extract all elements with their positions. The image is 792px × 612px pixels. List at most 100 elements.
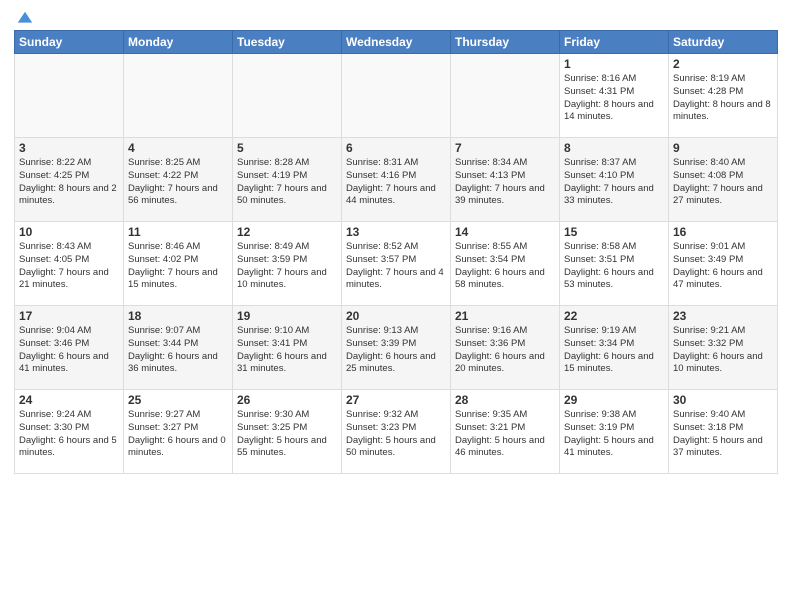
calendar-cell: 2 Sunrise: 8:19 AM Sunset: 4:28 PM Daylig… xyxy=(669,54,778,138)
day-info: Sunrise: 9:38 AM Sunset: 3:19 PM Dayligh… xyxy=(564,409,664,460)
day-number: 24 xyxy=(19,393,119,407)
col-header-friday: Friday xyxy=(560,31,669,54)
day-number: 3 xyxy=(19,141,119,155)
calendar-week-3: 10Sunrise: 8:43 AM Sunset: 4:05 PM Dayli… xyxy=(15,222,778,306)
day-info: Sunrise: 9:07 AM Sunset: 3:44 PM Dayligh… xyxy=(128,325,228,376)
calendar-cell: 6 Sunrise: 8:31 AM Sunset: 4:16 PM Daylig… xyxy=(342,138,451,222)
header xyxy=(14,10,778,24)
day-number: 1 xyxy=(564,57,664,71)
page: SundayMondayTuesdayWednesdayThursdayFrid… xyxy=(0,0,792,484)
day-number: 2 xyxy=(673,57,773,71)
calendar-cell: 19 Sunrise: 9:10 AM Sunset: 3:41 PM Dayli… xyxy=(233,306,342,390)
day-number: 8 xyxy=(564,141,664,155)
day-info: Sunrise: 8:25 AM Sunset: 4:22 PM Dayligh… xyxy=(128,157,228,208)
calendar-header-row: SundayMondayTuesdayWednesdayThursdayFrid… xyxy=(15,31,778,54)
calendar-cell: 27 Sunrise: 9:32 AM Sunset: 3:23 PM Dayli… xyxy=(342,390,451,474)
day-number: 26 xyxy=(237,393,337,407)
calendar-cell: 28 Sunrise: 9:35 AM Sunset: 3:21 PM Dayli… xyxy=(451,390,560,474)
logo-icon xyxy=(16,10,34,28)
day-number: 12 xyxy=(237,225,337,239)
day-info: Sunrise: 9:04 AM Sunset: 3:46 PM Dayligh… xyxy=(19,325,119,376)
day-info: Sunrise: 9:21 AM Sunset: 3:32 PM Dayligh… xyxy=(673,325,773,376)
col-header-tuesday: Tuesday xyxy=(233,31,342,54)
calendar-cell: 17 Sunrise: 9:04 AM Sunset: 3:46 PM Dayli… xyxy=(15,306,124,390)
day-info: Sunrise: 9:24 AM Sunset: 3:30 PM Dayligh… xyxy=(19,409,119,460)
day-number: 19 xyxy=(237,309,337,323)
col-header-thursday: Thursday xyxy=(451,31,560,54)
day-info: Sunrise: 9:16 AM Sunset: 3:36 PM Dayligh… xyxy=(455,325,555,376)
calendar-cell: 22 Sunrise: 9:19 AM Sunset: 3:34 PM Dayli… xyxy=(560,306,669,390)
day-info: Sunrise: 9:27 AM Sunset: 3:27 PM Dayligh… xyxy=(128,409,228,460)
day-number: 9 xyxy=(673,141,773,155)
day-info: Sunrise: 8:49 AM Sunset: 3:59 PM Dayligh… xyxy=(237,241,337,292)
calendar-cell xyxy=(451,54,560,138)
calendar-cell: 12 Sunrise: 8:49 AM Sunset: 3:59 PM Dayli… xyxy=(233,222,342,306)
calendar-cell: 8 Sunrise: 8:37 AM Sunset: 4:10 PM Daylig… xyxy=(560,138,669,222)
calendar-cell: 5Sunrise: 8:28 AM Sunset: 4:19 PM Daylig… xyxy=(233,138,342,222)
day-number: 30 xyxy=(673,393,773,407)
day-info: Sunrise: 8:34 AM Sunset: 4:13 PM Dayligh… xyxy=(455,157,555,208)
day-info: Sunrise: 8:46 AM Sunset: 4:02 PM Dayligh… xyxy=(128,241,228,292)
calendar-cell: 7 Sunrise: 8:34 AM Sunset: 4:13 PM Daylig… xyxy=(451,138,560,222)
day-info: Sunrise: 9:13 AM Sunset: 3:39 PM Dayligh… xyxy=(346,325,446,376)
calendar-cell: 29 Sunrise: 9:38 AM Sunset: 3:19 PM Dayli… xyxy=(560,390,669,474)
calendar-week-1: 1 Sunrise: 8:16 AM Sunset: 4:31 PM Daylig… xyxy=(15,54,778,138)
day-info: Sunrise: 9:19 AM Sunset: 3:34 PM Dayligh… xyxy=(564,325,664,376)
day-number: 21 xyxy=(455,309,555,323)
day-info: Sunrise: 8:31 AM Sunset: 4:16 PM Dayligh… xyxy=(346,157,446,208)
day-number: 29 xyxy=(564,393,664,407)
day-number: 22 xyxy=(564,309,664,323)
calendar-cell xyxy=(233,54,342,138)
col-header-wednesday: Wednesday xyxy=(342,31,451,54)
day-info: Sunrise: 8:37 AM Sunset: 4:10 PM Dayligh… xyxy=(564,157,664,208)
day-info: Sunrise: 9:32 AM Sunset: 3:23 PM Dayligh… xyxy=(346,409,446,460)
calendar-cell: 1 Sunrise: 8:16 AM Sunset: 4:31 PM Daylig… xyxy=(560,54,669,138)
calendar-week-5: 24 Sunrise: 9:24 AM Sunset: 3:30 PM Dayli… xyxy=(15,390,778,474)
calendar-cell: 18 Sunrise: 9:07 AM Sunset: 3:44 PM Dayli… xyxy=(124,306,233,390)
calendar-cell: 23 Sunrise: 9:21 AM Sunset: 3:32 PM Dayli… xyxy=(669,306,778,390)
day-number: 6 xyxy=(346,141,446,155)
calendar-cell: 26Sunrise: 9:30 AM Sunset: 3:25 PM Dayli… xyxy=(233,390,342,474)
calendar-cell xyxy=(15,54,124,138)
day-number: 27 xyxy=(346,393,446,407)
day-info: Sunrise: 9:01 AM Sunset: 3:49 PM Dayligh… xyxy=(673,241,773,292)
calendar-week-2: 3 Sunrise: 8:22 AM Sunset: 4:25 PM Daylig… xyxy=(15,138,778,222)
day-info: Sunrise: 8:22 AM Sunset: 4:25 PM Dayligh… xyxy=(19,157,119,208)
day-number: 14 xyxy=(455,225,555,239)
day-number: 7 xyxy=(455,141,555,155)
calendar-cell: 24 Sunrise: 9:24 AM Sunset: 3:30 PM Dayli… xyxy=(15,390,124,474)
calendar-cell: 16Sunrise: 9:01 AM Sunset: 3:49 PM Dayli… xyxy=(669,222,778,306)
logo xyxy=(14,10,34,24)
day-info: Sunrise: 9:35 AM Sunset: 3:21 PM Dayligh… xyxy=(455,409,555,460)
day-number: 11 xyxy=(128,225,228,239)
calendar-cell: 9 Sunrise: 8:40 AM Sunset: 4:08 PM Daylig… xyxy=(669,138,778,222)
day-number: 15 xyxy=(564,225,664,239)
day-number: 28 xyxy=(455,393,555,407)
day-info: Sunrise: 8:28 AM Sunset: 4:19 PM Dayligh… xyxy=(237,157,337,208)
day-number: 4 xyxy=(128,141,228,155)
day-info: Sunrise: 8:52 AM Sunset: 3:57 PM Dayligh… xyxy=(346,241,446,292)
day-info: Sunrise: 8:40 AM Sunset: 4:08 PM Dayligh… xyxy=(673,157,773,208)
calendar-cell: 15Sunrise: 8:58 AM Sunset: 3:51 PM Dayli… xyxy=(560,222,669,306)
day-info: Sunrise: 8:43 AM Sunset: 4:05 PM Dayligh… xyxy=(19,241,119,292)
day-number: 17 xyxy=(19,309,119,323)
day-info: Sunrise: 8:16 AM Sunset: 4:31 PM Dayligh… xyxy=(564,73,664,124)
calendar-cell xyxy=(124,54,233,138)
day-info: Sunrise: 8:19 AM Sunset: 4:28 PM Dayligh… xyxy=(673,73,773,124)
day-info: Sunrise: 9:10 AM Sunset: 3:41 PM Dayligh… xyxy=(237,325,337,376)
calendar-cell: 30 Sunrise: 9:40 AM Sunset: 3:18 PM Dayli… xyxy=(669,390,778,474)
col-header-sunday: Sunday xyxy=(15,31,124,54)
day-number: 23 xyxy=(673,309,773,323)
calendar-cell: 20 Sunrise: 9:13 AM Sunset: 3:39 PM Dayli… xyxy=(342,306,451,390)
calendar-cell: 10Sunrise: 8:43 AM Sunset: 4:05 PM Dayli… xyxy=(15,222,124,306)
col-header-monday: Monday xyxy=(124,31,233,54)
calendar-cell: 25 Sunrise: 9:27 AM Sunset: 3:27 PM Dayli… xyxy=(124,390,233,474)
calendar-week-4: 17 Sunrise: 9:04 AM Sunset: 3:46 PM Dayli… xyxy=(15,306,778,390)
calendar-cell xyxy=(342,54,451,138)
day-number: 20 xyxy=(346,309,446,323)
day-number: 18 xyxy=(128,309,228,323)
calendar-cell: 13Sunrise: 8:52 AM Sunset: 3:57 PM Dayli… xyxy=(342,222,451,306)
day-info: Sunrise: 9:40 AM Sunset: 3:18 PM Dayligh… xyxy=(673,409,773,460)
calendar-cell: 11 Sunrise: 8:46 AM Sunset: 4:02 PM Dayli… xyxy=(124,222,233,306)
day-number: 25 xyxy=(128,393,228,407)
